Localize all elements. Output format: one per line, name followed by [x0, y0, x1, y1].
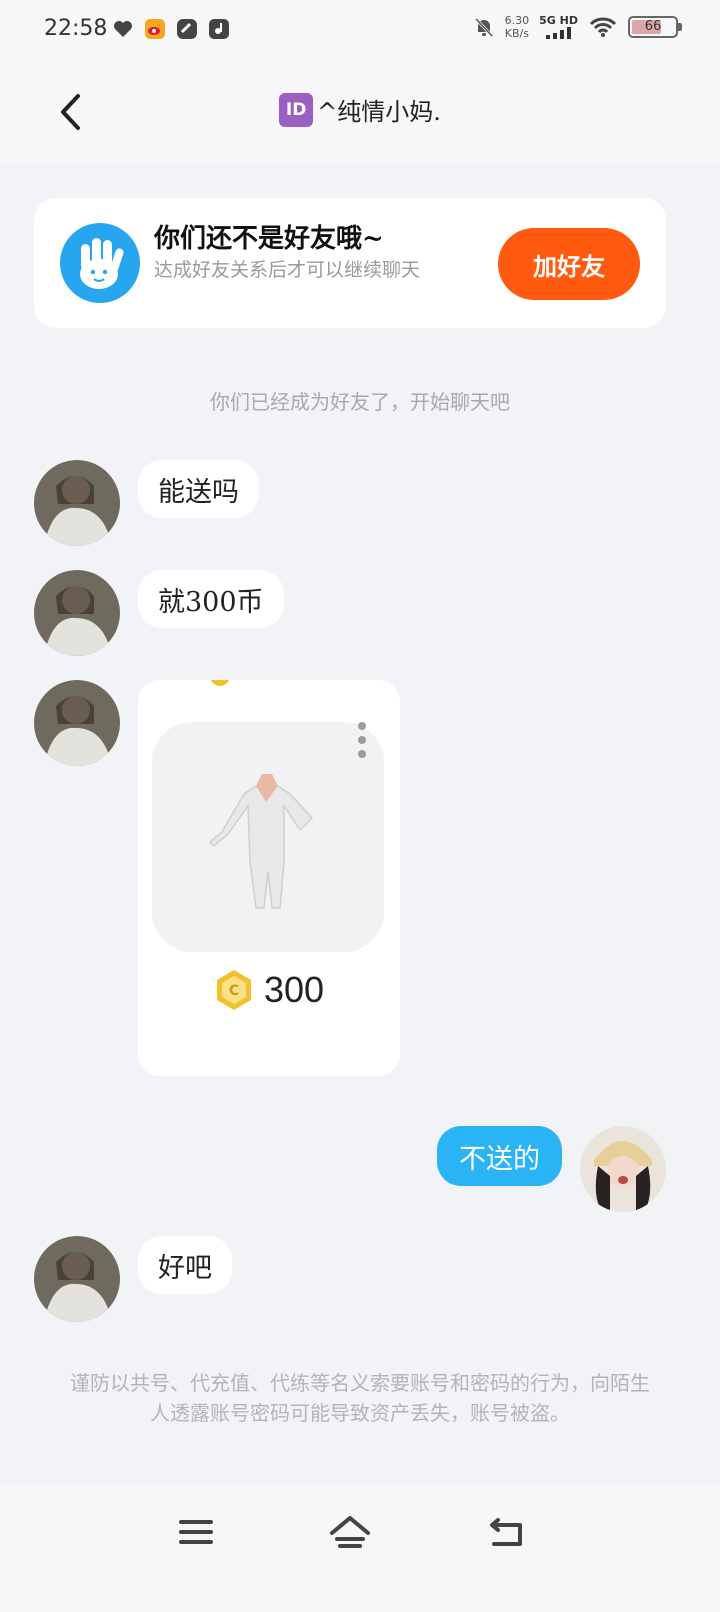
- gift-price-row: C 300: [138, 968, 400, 1012]
- message-bubble-outgoing[interactable]: 不送的: [437, 1126, 562, 1186]
- status-right-icons: 6.30 KB/s 5G HD 66: [473, 14, 682, 40]
- contact-avatar[interactable]: [34, 570, 120, 656]
- not-friends-card: 你们还不是好友哦~ 达成好友关系后才可以继续聊天 加好友: [34, 198, 666, 328]
- hand-icon: [80, 238, 124, 289]
- menu-icon: [179, 1520, 213, 1544]
- network-type: 5G HD: [539, 14, 578, 27]
- wifi-icon: [588, 16, 618, 38]
- contact-avatar[interactable]: [34, 680, 120, 766]
- speed-value: 6.30: [504, 14, 530, 27]
- add-friend-button[interactable]: 加好友: [498, 228, 640, 300]
- card-title: 你们还不是好友哦~: [154, 224, 384, 254]
- system-nav-bar: [0, 1484, 720, 1612]
- status-bar: 22:58 6.30 KB/s 5G HD 66: [0, 0, 720, 62]
- music-app-icon: [208, 18, 230, 40]
- network-speed: 6.30 KB/s: [505, 14, 530, 40]
- signal-block: 5G HD: [539, 15, 578, 39]
- id-badge: ID: [279, 92, 314, 127]
- gift-price: 300: [263, 969, 325, 1010]
- hand-avatar: [60, 223, 140, 303]
- signal-icon: [545, 27, 571, 39]
- gift-item-image: [152, 722, 384, 952]
- contact-avatar[interactable]: [34, 1236, 120, 1322]
- gift-card-message[interactable]: C 300: [138, 680, 400, 1076]
- chat-title: ID ^纯情小妈.: [0, 92, 720, 127]
- return-icon: [490, 1518, 522, 1546]
- home-button[interactable]: [326, 1508, 374, 1556]
- message-bubble-incoming[interactable]: 就300币: [138, 570, 284, 628]
- contact-avatar[interactable]: [34, 460, 120, 546]
- menu-button[interactable]: [172, 1508, 220, 1556]
- home-icon: [330, 1516, 370, 1548]
- svg-text:C: C: [229, 983, 239, 999]
- my-avatar[interactable]: [580, 1126, 666, 1212]
- battery-indicator: 66: [628, 16, 682, 38]
- contact-name: ^纯情小妈.: [317, 98, 441, 126]
- status-left-icons: [112, 18, 230, 40]
- system-notice: 你们已经成为好友了，开始聊天吧: [210, 390, 510, 414]
- coin-edge: [210, 680, 230, 686]
- heart-icon: [112, 18, 134, 40]
- weibo-icon: [144, 18, 166, 40]
- message-bubble-incoming[interactable]: 好吧: [138, 1236, 232, 1294]
- chat-header: ID ^纯情小妈.: [0, 62, 720, 162]
- more-options-icon[interactable]: [358, 722, 366, 758]
- coin-icon: C: [216, 970, 251, 1010]
- card-subtitle: 达成好友关系后才可以继续聊天: [154, 259, 421, 281]
- message-bubble-incoming[interactable]: 能送吗: [138, 460, 259, 518]
- security-warning: 谨防以共号、代充值、代练等名义索要账号和密码的行为，向陌生人透露账号密码可能导致…: [70, 1371, 650, 1425]
- back-nav-button[interactable]: [482, 1508, 530, 1556]
- bell-off-icon: [473, 16, 495, 38]
- speed-unit: KB/s: [504, 27, 529, 40]
- battery-tip: [678, 23, 682, 31]
- battery-level: 66: [644, 19, 662, 34]
- link-app-icon: [176, 18, 198, 40]
- status-time: 22:58: [44, 16, 108, 41]
